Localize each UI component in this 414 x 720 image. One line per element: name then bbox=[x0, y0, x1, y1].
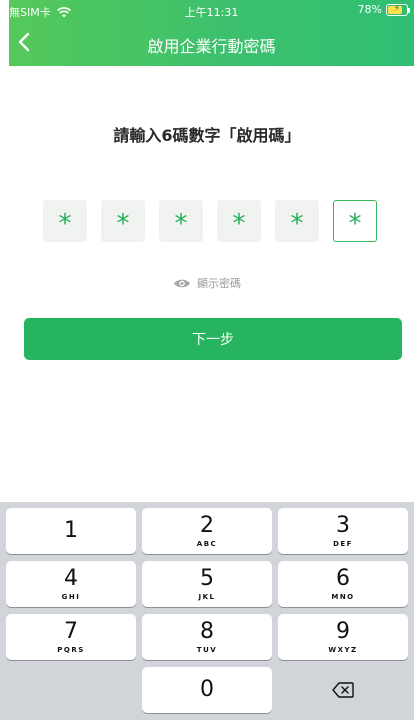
key-6[interactable]: 6 MNO bbox=[278, 561, 408, 607]
keypad-row: 1 2 ABC 3 DEF bbox=[6, 508, 408, 554]
key-4[interactable]: 4 GHI bbox=[6, 561, 136, 607]
key-number: 8 bbox=[200, 618, 214, 644]
key-8[interactable]: 8 TUV bbox=[142, 614, 272, 660]
key-5[interactable]: 5 JKL bbox=[142, 561, 272, 607]
header-bar: 無SIM卡 上午11:31 78% ⚡ 啟用企業行動密碼 bbox=[9, 0, 414, 66]
key-letters: TUV bbox=[196, 645, 218, 654]
battery-percent: 78% bbox=[357, 3, 382, 16]
key-9[interactable]: 9 WXYZ bbox=[278, 614, 408, 660]
key-blank bbox=[6, 667, 136, 713]
key-number: 6 bbox=[336, 565, 350, 591]
key-letters: ABC bbox=[196, 539, 218, 548]
key-letters: JKL bbox=[198, 592, 216, 601]
pin-digit-6[interactable]: * bbox=[333, 200, 377, 242]
status-right: 78% ⚡ bbox=[357, 3, 410, 16]
key-letters: DEF bbox=[333, 539, 353, 548]
pin-prompt: 請輸入6碼數字「啟用碼」 bbox=[113, 126, 301, 145]
page-title: 啟用企業行動密碼 bbox=[147, 37, 276, 56]
show-password-toggle[interactable]: 顯示密碼 bbox=[0, 275, 414, 291]
key-3[interactable]: 3 DEF bbox=[278, 508, 408, 554]
keypad-row: 0 bbox=[6, 667, 408, 713]
charging-bolt-icon: ⚡ bbox=[393, 4, 401, 14]
key-0[interactable]: 0 bbox=[142, 667, 272, 713]
key-1[interactable]: 1 bbox=[6, 508, 136, 554]
delete-key[interactable] bbox=[278, 667, 408, 713]
key-letters: MNO bbox=[331, 592, 355, 601]
key-number: 7 bbox=[64, 618, 78, 644]
key-2[interactable]: 2 ABC bbox=[142, 508, 272, 554]
status-time: 上午11:31 bbox=[184, 6, 239, 19]
pin-digit-5[interactable]: * bbox=[275, 200, 319, 242]
pin-digit-3[interactable]: * bbox=[159, 200, 203, 242]
key-number: 3 bbox=[336, 512, 350, 538]
keypad-row: 7 PQRS 8 TUV 9 WXYZ bbox=[6, 614, 408, 660]
key-letters: PQRS bbox=[57, 645, 85, 654]
key-number: 1 bbox=[64, 518, 78, 543]
eye-icon bbox=[174, 279, 190, 287]
nav-bar: 啟用企業行動密碼 bbox=[9, 20, 414, 66]
key-number: 2 bbox=[200, 512, 214, 538]
battery-icon: ⚡ bbox=[386, 3, 410, 16]
key-number: 9 bbox=[336, 618, 350, 644]
next-button[interactable]: 下一步 bbox=[24, 318, 402, 360]
pin-digit-4[interactable]: * bbox=[217, 200, 261, 242]
keypad-row: 4 GHI 5 JKL 6 MNO bbox=[6, 561, 408, 607]
pin-digit-1[interactable]: * bbox=[43, 200, 87, 242]
key-letters: GHI bbox=[61, 592, 81, 601]
key-number: 5 bbox=[200, 565, 214, 591]
pin-digit-2[interactable]: * bbox=[101, 200, 145, 242]
key-7[interactable]: 7 PQRS bbox=[6, 614, 136, 660]
show-password-label: 顯示密碼 bbox=[197, 277, 241, 290]
key-number: 4 bbox=[64, 565, 78, 591]
key-number: 0 bbox=[200, 677, 214, 702]
numeric-keypad: 1 2 ABC 3 DEF 4 GHI 5 JKL 6 MNO 7 PQRS 8 bbox=[0, 502, 414, 720]
pin-input[interactable]: * * * * * * bbox=[43, 200, 377, 242]
key-letters: WXYZ bbox=[328, 645, 358, 654]
status-bar: 無SIM卡 上午11:31 78% ⚡ bbox=[9, 0, 414, 20]
backspace-icon bbox=[332, 682, 354, 698]
